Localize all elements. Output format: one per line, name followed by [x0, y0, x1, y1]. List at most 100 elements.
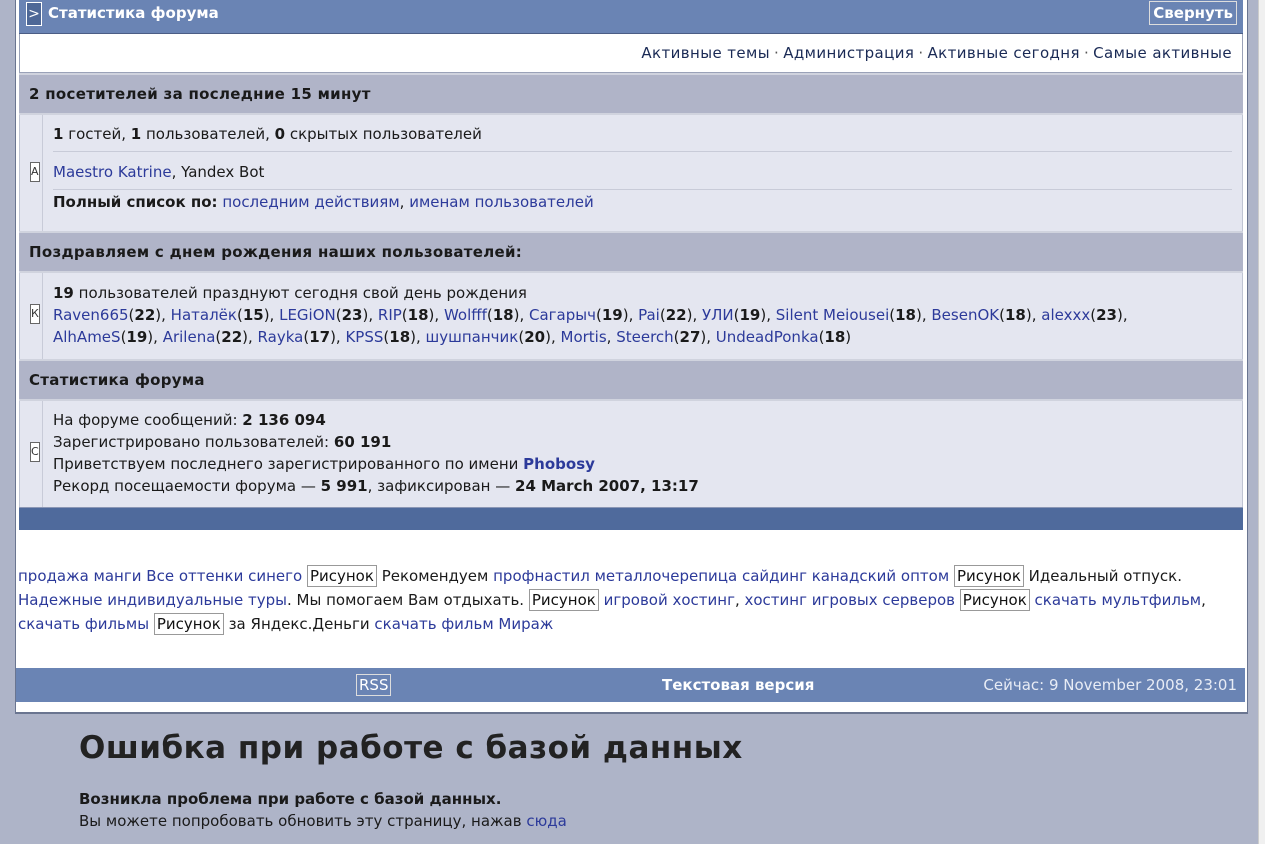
nav-active-topics[interactable]: Активные темы	[641, 44, 770, 62]
birthday-user-link[interactable]: Rayka	[258, 328, 304, 346]
birthday-user-age: 19	[601, 306, 623, 324]
ad-link[interactable]: Надежные индивидуальные туры	[18, 591, 287, 609]
birthday-user-age: 18	[407, 306, 429, 324]
full-list-by-name-link[interactable]: именам пользователей	[409, 193, 594, 211]
user-link-maestro-katrine[interactable]: Maestro Katrine	[53, 163, 172, 181]
ad-link[interactable]: скачать фильм Мираж	[374, 615, 553, 633]
visitor-counts: 1 гостей, 1 пользователей, 0 скрытых пол…	[53, 115, 1242, 151]
welcome-label: Приветствуем последнего зарегистрированн…	[53, 455, 524, 473]
ad-image-placeholder[interactable]: Рисунок	[953, 565, 1024, 587]
birthday-user-age: 18	[389, 328, 411, 346]
birthday-user-link[interactable]: Наталёк	[171, 306, 237, 324]
text-version-link[interactable]: Текстовая версия	[662, 676, 814, 694]
stats-titlebar: > Статистика форума Свернуть	[19, 0, 1243, 34]
ad-link[interactable]: сайдинг канадский оптом	[742, 567, 949, 585]
posts-row: На форуме сообщений: 2 136 094	[53, 409, 1242, 431]
birthday-user-link[interactable]: Arilena	[163, 328, 216, 346]
birthday-user-age: 22	[665, 306, 687, 324]
birthday-user-age: 22	[134, 306, 156, 324]
current-time: Сейчас: 9 November 2008, 23:01	[983, 676, 1237, 694]
visitors-header: 2 посетителей за последние 15 минут	[19, 73, 1243, 115]
birthday-list-line1: Raven665(22), Наталёк(15), LEGiON(23), R…	[53, 306, 1128, 324]
birthday-user-age: 22	[221, 328, 243, 346]
birthday-user-age: 15	[242, 306, 264, 324]
birthdays-header: Поздравляем с днем рождения наших пользо…	[19, 231, 1243, 273]
scrollbar[interactable]	[1258, 0, 1265, 844]
birthday-user-link[interactable]: Raven665	[53, 306, 129, 324]
visitors-body: A 1 гостей, 1 пользователей, 0 скрытых п…	[19, 115, 1243, 231]
record-mid: , зафиксирован —	[367, 477, 516, 495]
online-users: Maestro Katrine, Yandex Bot	[53, 163, 265, 181]
nav-sep: ·	[774, 44, 780, 62]
forum-stats-panel: > Статистика форума Свернуть Активные те…	[15, 0, 1248, 714]
birthday-user-link[interactable]: Pai	[638, 306, 660, 324]
rss-button[interactable]: RSS	[356, 674, 392, 696]
birthday-user-link[interactable]: Steerch	[616, 328, 673, 346]
birthday-user-age: 20	[524, 328, 546, 346]
bottom-bar: RSS Текстовая версия Сейчас: 9 November …	[16, 668, 1245, 702]
birthday-user-age: 18	[1004, 306, 1026, 324]
birthday-user-link[interactable]: Silent Meiousei	[776, 306, 889, 324]
newest-user-link[interactable]: Phobosy	[523, 455, 595, 473]
ad-link[interactable]: продажа манги	[18, 567, 142, 585]
birthday-count-row: 19 пользователей празднуют сегодня свой …	[53, 282, 1242, 304]
stats-body: С На форуме сообщений: 2 136 094 Зарегис…	[19, 401, 1243, 507]
db-error-block: Ошибка при работе с базой данных Возникл…	[79, 730, 743, 830]
nav-sep: ·	[1083, 44, 1090, 62]
ad-image-placeholder[interactable]: Рисунок	[306, 565, 377, 587]
registered-count: 60 191	[333, 433, 392, 451]
registered-row: Зарегистрировано пользователей: 60 191	[53, 431, 1242, 453]
users-label: пользователей,	[141, 125, 275, 143]
nav-administration[interactable]: Администрация	[783, 44, 914, 62]
birthday-user-link[interactable]: alexxx	[1041, 306, 1090, 324]
birthday-user-link[interactable]: Mortis	[561, 328, 607, 346]
ad-link[interactable]: хостинг игровых серверов	[745, 591, 956, 609]
birthday-user-link[interactable]: Сагарыч	[529, 306, 596, 324]
birthday-user-link[interactable]: шушпанчик	[426, 328, 519, 346]
stats-icon: С	[30, 442, 40, 462]
full-list-label: Полный список по:	[53, 193, 218, 211]
bot-yandex: Yandex Bot	[181, 163, 265, 181]
ad-link[interactable]: Все оттенки синего	[146, 567, 302, 585]
birthday-user-age: 19	[739, 306, 761, 324]
error-hint: Вы можете попробовать обновить эту стран…	[79, 812, 743, 830]
birthday-user-age: 23	[341, 306, 363, 324]
nav-most-active[interactable]: Самые активные	[1093, 44, 1232, 62]
guests-label: гостей,	[63, 125, 131, 143]
ad-link[interactable]: игровой хостинг	[604, 591, 735, 609]
error-title: Ошибка при работе с базой данных	[79, 730, 743, 766]
ad-image-placeholder[interactable]: Рисунок	[528, 589, 599, 611]
hidden-count: 0	[274, 125, 286, 143]
stats-footer-bar	[19, 507, 1243, 530]
hidden-label: скрытых пользователей	[285, 125, 482, 143]
expand-toggle-icon[interactable]: >	[26, 2, 42, 26]
birthday-user-link[interactable]: RIP	[378, 306, 402, 324]
birthday-user-link[interactable]: UndeadPonka	[716, 328, 819, 346]
birthday-user-link[interactable]: LEGiON	[279, 306, 336, 324]
ad-link[interactable]: скачать фильмы	[18, 615, 149, 633]
birthday-user-age: 19	[126, 328, 148, 346]
nav-active-today[interactable]: Активные сегодня	[928, 44, 1080, 62]
ad-image-placeholder[interactable]: Рисунок	[959, 589, 1030, 611]
record-label: Рекорд посещаемости форума —	[53, 477, 321, 495]
full-list-by-activity-link[interactable]: последним действиям	[222, 193, 399, 211]
nav-sep: ·	[918, 44, 924, 62]
panel-title: Статистика форума	[48, 4, 219, 22]
retry-link[interactable]: сюда	[526, 812, 566, 830]
birthday-user-link[interactable]: KPSS	[345, 328, 383, 346]
birthday-count: 19	[53, 284, 74, 302]
users-count: 1	[130, 125, 142, 143]
ad-link[interactable]: скачать мультфильм	[1035, 591, 1202, 609]
ad-image-placeholder[interactable]: Рисунок	[153, 613, 224, 635]
birthday-user-link[interactable]: BesenOK	[931, 306, 999, 324]
birthday-user-link[interactable]: УЛИ	[702, 306, 734, 324]
ad-text: за Яндекс.Деньги	[223, 615, 375, 633]
error-message: Возникла проблема при работе с базой дан…	[79, 790, 502, 808]
ad-link[interactable]: металлочерепица	[595, 567, 738, 585]
welcome-row: Приветствуем последнего зарегистрированн…	[53, 453, 1242, 475]
birthday-user-link[interactable]: Wolfff	[444, 306, 487, 324]
birthday-user-link[interactable]: AlhAmeS	[53, 328, 121, 346]
ad-link[interactable]: профнастил	[493, 567, 590, 585]
collapse-button[interactable]: Свернуть	[1149, 1, 1237, 25]
online-icon: A	[30, 162, 40, 182]
